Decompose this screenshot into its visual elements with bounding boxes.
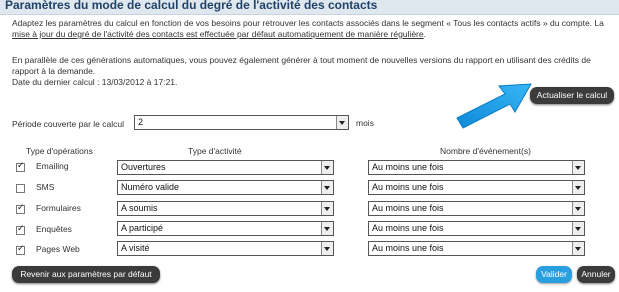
events-value: Au moins une fois: [372, 223, 444, 233]
pointer-arrow-icon: [456, 83, 532, 129]
chevron-down-icon: [321, 181, 333, 194]
activity-select-sms[interactable]: Numéro valide: [117, 180, 334, 195]
chevron-down-icon: [321, 242, 333, 255]
period-select-value: 2: [138, 117, 144, 127]
events-value: Au moins une fois: [372, 203, 444, 213]
intro-text: Adaptez les paramètres du calcul en fonc…: [12, 18, 604, 28]
row-label-enquetes: Enquêtes: [36, 224, 72, 234]
chevron-down-icon: [321, 202, 333, 215]
activity-select-emailing[interactable]: Ouvertures: [117, 160, 334, 175]
period-select[interactable]: 2: [134, 115, 349, 130]
activity-value: Ouvertures: [121, 162, 166, 172]
intro-text-end: .: [423, 29, 426, 39]
events-select-pages-web[interactable]: Au moins une fois: [368, 241, 585, 256]
events-select-formulaires[interactable]: Au moins une fois: [368, 201, 585, 216]
row-label-pages-web: Pages Web: [36, 244, 80, 254]
chevron-down-icon: [572, 161, 584, 174]
events-select-enquetes[interactable]: Au moins une fois: [368, 221, 585, 236]
dialog-header: Paramètres du mode de calcul du degré de…: [0, 0, 619, 15]
dialog-title: Paramètres du mode de calcul du degré de…: [5, 0, 378, 12]
column-header-activity: Type d'activité: [188, 146, 242, 156]
chevron-down-icon: [321, 222, 333, 235]
activity-select-pages-web[interactable]: A visité: [117, 241, 334, 256]
row-label-emailing: Emailing: [36, 161, 69, 171]
events-value: Au moins une fois: [372, 182, 444, 192]
events-select-emailing[interactable]: Au moins une fois: [368, 160, 585, 175]
info-text: En parallèle de ces générations automati…: [12, 55, 591, 76]
activity-value: A participé: [121, 223, 164, 233]
chevron-down-icon: [572, 242, 584, 255]
checkbox-emailing[interactable]: [16, 161, 25, 172]
period-label: Période couverte par le calcul: [12, 119, 124, 129]
reset-defaults-button[interactable]: Revenir aux paramètres par défaut: [12, 266, 160, 283]
cancel-button[interactable]: Annuler: [577, 266, 615, 283]
checkbox-enquetes[interactable]: [16, 224, 25, 235]
checkbox-pages-web[interactable]: [16, 244, 25, 255]
events-select-sms[interactable]: Au moins une fois: [368, 180, 585, 195]
events-value: Au moins une fois: [372, 162, 444, 172]
checkbox-formulaires[interactable]: [16, 203, 25, 214]
period-unit: mois: [356, 118, 374, 128]
activity-value: A soumis: [121, 203, 158, 213]
column-header-events: Nombre d'événement(s): [440, 146, 531, 156]
chevron-down-icon: [572, 222, 584, 235]
events-value: Au moins une fois: [372, 243, 444, 253]
chevron-down-icon: [336, 116, 348, 129]
activity-value: Numéro valide: [121, 182, 180, 192]
intro-underlined-text: mise à jour du degré de l'activité des c…: [12, 29, 424, 39]
row-label-sms: SMS: [36, 182, 55, 192]
activity-select-formulaires[interactable]: A soumis: [117, 201, 334, 216]
intro-paragraph: Adaptez les paramètres du calcul en fonc…: [12, 18, 612, 40]
column-header-operations: Type d'opérations: [26, 146, 93, 156]
row-label-formulaires: Formulaires: [36, 203, 81, 213]
chevron-down-icon: [572, 181, 584, 194]
checkbox-sms[interactable]: [16, 184, 25, 193]
chevron-down-icon: [321, 161, 333, 174]
validate-button[interactable]: Valider: [536, 266, 572, 283]
activity-select-enquetes[interactable]: A participé: [117, 221, 334, 236]
refresh-calculation-button[interactable]: Actualiser le calcul: [530, 87, 614, 104]
chevron-down-icon: [572, 202, 584, 215]
activity-value: A visité: [121, 243, 150, 253]
